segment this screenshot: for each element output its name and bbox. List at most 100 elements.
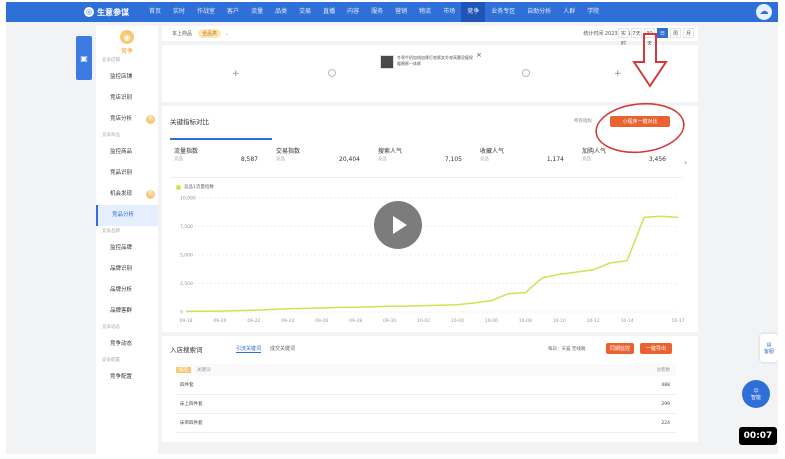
metric-tab[interactable]: 流量指数 竞品 8,587	[170, 138, 272, 178]
nav-item[interactable]: 流量	[245, 2, 269, 22]
sidebar-section-label: 竞争商品	[102, 133, 120, 138]
category-label: 本上商品	[172, 31, 193, 37]
tab-deal-keywords[interactable]: 成交关键词	[270, 345, 295, 352]
nav-item[interactable]: 人群	[557, 2, 581, 22]
compare-panel: + 冬季牛奶加绒加厚打底裤女外穿高腰显瘦保暖棉裤一体裤 × +	[162, 45, 698, 102]
left-float-panel[interactable]: ▣	[76, 36, 92, 80]
product-card[interactable]: 冬季牛奶加绒加厚打底裤女外穿高腰显瘦保暖棉裤一体裤 ×	[380, 51, 482, 77]
sidebar-item-label: 竞品分析	[112, 212, 135, 218]
x-tick-label: 09-24	[281, 318, 294, 324]
all-metrics-link[interactable]: 所有指标	[574, 118, 592, 124]
sidebar-item[interactable]: 品牌分析	[96, 280, 158, 301]
sidebar-item-label: 品牌客群	[110, 308, 133, 314]
nav-item[interactable]: 物流	[413, 2, 437, 22]
metric-tab[interactable]: 搜索人气竞品 7,105	[374, 138, 476, 178]
nav-item[interactable]: 营销	[389, 2, 413, 22]
sidebar-item[interactable]: 品牌客群	[96, 301, 158, 322]
sidebar-item[interactable]: 品牌识别	[96, 259, 158, 280]
metric-tab[interactable]: 交易指数 竞品 20,404	[272, 138, 374, 178]
metric-value: 3,456	[648, 156, 666, 163]
header-visitors[interactable]: 访客数	[657, 367, 671, 373]
compare-button[interactable]: 小程序一键对比	[610, 116, 670, 127]
metric-value: 7,105	[444, 156, 462, 163]
nav-item[interactable]: 业务专区	[485, 2, 521, 22]
table-row[interactable]: 床上四件套 299	[176, 395, 676, 414]
table-row[interactable]: 床单四件套 224	[176, 414, 676, 433]
metric-sub: 竞品	[378, 157, 387, 162]
add-product-slot-2[interactable]: +	[614, 69, 622, 79]
nav-item[interactable]: 内容	[341, 2, 365, 22]
monitor-icon: ▣	[80, 53, 88, 63]
metrics-title: 关键指标对比	[170, 118, 209, 126]
close-icon[interactable]: ×	[476, 51, 482, 59]
y-tick-label: 5,000	[180, 253, 193, 259]
sidebar-item[interactable]: 监控店铺	[96, 67, 158, 88]
x-tick-label: 09-22	[247, 318, 260, 324]
metric-tab[interactable]: 收藏人气 竞品 1,174	[476, 138, 578, 178]
sidebar-item[interactable]: 竞店识别	[96, 88, 158, 109]
sidebar-section-label: 竞争配置	[102, 358, 120, 363]
assistant-icon[interactable]: ☁	[756, 4, 772, 20]
legend-dot	[176, 184, 181, 190]
monitor-button[interactable]: 同期监控	[606, 343, 634, 354]
metric-sub: 竞品	[276, 157, 285, 162]
chevron-right-icon[interactable]: ›	[684, 158, 687, 167]
sidebar-item-label: 监控商品	[110, 149, 133, 155]
time-range-button[interactable]: 日	[657, 28, 668, 38]
customer-service-button[interactable]: ▤ 客服	[760, 334, 778, 362]
category-select[interactable]: 全品类	[198, 29, 222, 38]
sidebar: ◉ 竞争 竞争店铺 监控店铺 竞店识别 竞店分析热竞争商品 监控商品 竞品识别 机会发现热竞…	[96, 26, 158, 454]
sidebar-item[interactable]: 监控商品	[96, 142, 158, 163]
assistant-label: 智能	[750, 394, 761, 401]
table-row[interactable]: 四件套 488	[176, 376, 676, 395]
hot-badge: 热	[146, 190, 155, 199]
metric-label: 加购人气	[582, 148, 607, 155]
nav-item[interactable]: 首页	[143, 2, 167, 22]
metric-value: 20,404	[339, 156, 360, 163]
metric-label: 流量指数	[174, 148, 199, 155]
sidebar-item[interactable]: 竞争配置	[96, 367, 158, 388]
time-range-button[interactable]: 月	[683, 28, 694, 38]
nav-item[interactable]: 学院	[581, 2, 605, 22]
export-button[interactable]: 一键导出	[640, 343, 672, 354]
nav-item[interactable]: 交易	[293, 2, 317, 22]
y-tick-label: 2,500	[180, 281, 193, 287]
tab-traffic-keywords[interactable]: 引流关键词	[236, 345, 262, 353]
x-tick-label: 10-08	[519, 318, 532, 324]
sidebar-item-label: 品牌识别	[110, 266, 133, 272]
search-keywords-panel: 入店搜索词 引流关键词 成交关键词 每日：天猫 无线端 同期监控 一键导出 排名…	[162, 336, 698, 442]
metric-label: 搜索人气	[378, 148, 403, 155]
series-line[interactable]	[185, 215, 679, 313]
sidebar-item[interactable]: 竞品识别	[96, 163, 158, 184]
time-range-button[interactable]: 30天	[644, 28, 655, 47]
sidebar-item[interactable]: 竞争动态	[96, 334, 158, 355]
chevron-down-icon[interactable]: ⌄	[225, 31, 229, 37]
video-play-button[interactable]	[374, 201, 422, 249]
sidebar-item[interactable]: 监控品牌	[96, 238, 158, 259]
sidebar-item[interactable]: 竞品分析	[96, 205, 158, 226]
nav-item[interactable]: 市场	[437, 2, 461, 22]
keywords-filter[interactable]: 每日：天猫 无线端	[548, 346, 585, 352]
nav-item[interactable]: 竞争	[461, 2, 486, 22]
video-timer: 00:07	[739, 427, 777, 445]
app-logo[interactable]: ◎ 生意参谋	[84, 7, 129, 18]
nav-item[interactable]: 作战室	[191, 2, 221, 22]
x-tick-label: 10-02	[417, 318, 430, 324]
sidebar-item[interactable]: 竞店分析 热	[96, 109, 158, 130]
time-range-button[interactable]: 7天	[631, 28, 642, 38]
metric-value: 1,174	[546, 156, 564, 163]
add-product-slot-1[interactable]: +	[232, 69, 240, 79]
nav-item[interactable]: 实时	[167, 2, 191, 22]
nav-item[interactable]: 服务	[365, 2, 389, 22]
nav-item[interactable]: 客户	[221, 2, 245, 22]
nav-item[interactable]: 直播	[317, 2, 341, 22]
sidebar-item-label: 品牌分析	[110, 287, 133, 293]
keyword-visitors: 224	[661, 420, 670, 426]
time-range-button[interactable]: 实时	[618, 28, 629, 47]
time-range-button[interactable]: 周	[670, 28, 681, 38]
sidebar-item[interactable]: 机会发现 热	[96, 184, 158, 205]
nav-item[interactable]: 品类	[269, 2, 293, 22]
metric-tab[interactable]: 加购人气 竞品 3,456	[578, 138, 680, 178]
nav-item[interactable]: 自助分析	[521, 2, 557, 22]
smart-assistant-button[interactable]: ☺ 智能	[742, 380, 770, 408]
